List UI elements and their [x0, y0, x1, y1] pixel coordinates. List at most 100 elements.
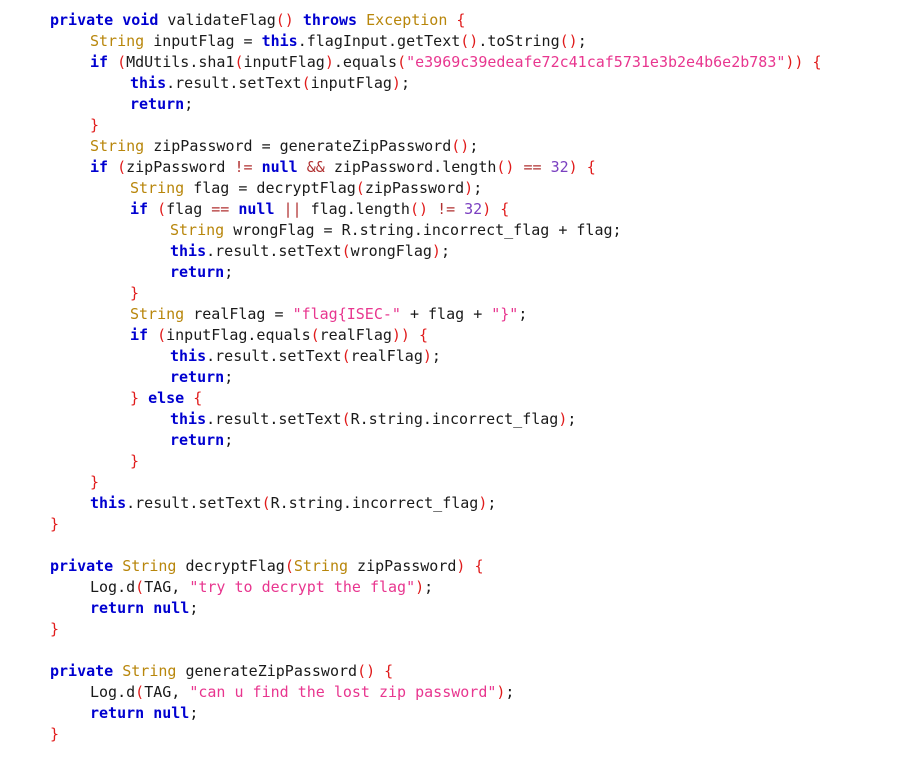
code-token-num: 32: [550, 158, 569, 176]
code-token-paren: {: [812, 53, 822, 71]
code-token-plain: flag: [166, 200, 212, 218]
code-token-opr: ||: [283, 200, 302, 218]
code-token-paren: (): [496, 158, 515, 176]
code-token-op: +: [409, 305, 419, 323]
code-token-str: "flag{ISEC-": [292, 305, 401, 323]
code-token-plain: generateZipPassword: [176, 662, 358, 680]
code-line: }: [0, 472, 900, 493]
code-token-plain: .result.setText: [206, 410, 342, 428]
code-token-paren: {: [586, 158, 596, 176]
code-token-kw: this: [261, 32, 298, 50]
code-line: this.result.setText(wrongFlag);: [0, 241, 900, 262]
code-token-kw: null: [153, 704, 190, 722]
code-token-plain: MdUtils.sha1: [126, 53, 235, 71]
code-token-plain: inputFlag: [310, 74, 392, 92]
code-token-op: ;: [469, 137, 479, 155]
code-token-kw: this: [130, 74, 167, 92]
code-line: return null;: [0, 703, 900, 724]
code-token-paren: }: [90, 116, 100, 134]
code-token-paren: }: [130, 284, 140, 302]
code-line: }: [0, 724, 900, 745]
code-token-op: ;: [567, 410, 577, 428]
code-token-paren: {: [474, 557, 484, 575]
code-line: return;: [0, 262, 900, 283]
code-token-kw: if: [130, 200, 149, 218]
code-token-kw: return: [170, 431, 225, 449]
code-token-op: ;: [224, 431, 234, 449]
code-token-plain: flag: [419, 305, 474, 323]
code-token-kw: return: [130, 95, 185, 113]
code-token-kw: return: [170, 263, 225, 281]
code-token-type: String: [90, 137, 145, 155]
code-token-paren: }: [50, 725, 60, 743]
code-token-paren: (: [310, 326, 320, 344]
code-token-str: "try to decrypt the flag": [189, 578, 416, 596]
code-line: this.result.setText(R.string.incorrect_f…: [0, 409, 900, 430]
code-token-plain: Log.d: [90, 578, 136, 596]
code-token-plain: .equals: [333, 53, 398, 71]
code-token-plain: R.string.incorrect_flag: [270, 494, 479, 512]
code-token-paren: {: [456, 11, 466, 29]
code-token-op: ;: [224, 263, 234, 281]
code-token-kw: return: [90, 599, 145, 617]
code-token-op: =: [261, 137, 271, 155]
code-token-paren: (: [157, 200, 167, 218]
code-token-plain: zipPassword: [348, 557, 457, 575]
code-token-paren: {: [419, 326, 429, 344]
code-token-paren: (): [357, 662, 376, 680]
code-line: if (zipPassword != null && zipPassword.l…: [0, 157, 900, 178]
code-token-plain: generateZipPassword: [270, 137, 452, 155]
code-token-paren: (): [409, 200, 429, 218]
code-token-paren: (: [284, 557, 294, 575]
code-token-paren: }: [130, 389, 140, 407]
code-token-kw: if: [90, 158, 109, 176]
code-token-opr: ==: [211, 200, 230, 218]
code-line: }: [0, 115, 900, 136]
code-token-paren: {: [384, 662, 394, 680]
code-token-plain: zipPassword: [364, 179, 465, 197]
code-token-plain: .result.setText: [166, 74, 302, 92]
code-token-plain: flag: [184, 179, 239, 197]
code-token-paren: (: [135, 683, 145, 701]
code-token-plain: R.string.incorrect_flag: [332, 221, 559, 239]
code-token-paren: (: [355, 179, 365, 197]
code-token-op: ;: [189, 704, 199, 722]
code-token-paren: (): [460, 32, 479, 50]
code-token-op: =: [274, 305, 284, 323]
code-line: String inputFlag = this.flagInput.getTex…: [0, 31, 900, 52]
code-token-plain: decryptFlag: [247, 179, 356, 197]
code-token-paren: ): [464, 179, 474, 197]
code-token-op: ;: [400, 74, 410, 92]
code-token-kw: private: [50, 11, 114, 29]
code-token-num: 32: [464, 200, 483, 218]
code-token-kw: null: [238, 200, 275, 218]
code-line: String zipPassword = generateZipPassword…: [0, 136, 900, 157]
code-token-opr: !=: [437, 200, 456, 218]
code-token-paren: (: [117, 158, 127, 176]
code-token-kw: else: [148, 389, 185, 407]
code-token-op: ;: [505, 683, 515, 701]
code-token-plain: validateFlag: [167, 11, 276, 29]
code-token-kw: private: [50, 557, 114, 575]
code-token-opr: ==: [523, 158, 542, 176]
code-token-plain: TAG: [144, 578, 172, 596]
code-token-paren: (: [301, 74, 311, 92]
code-token-paren: (): [275, 11, 294, 29]
code-token-paren: }: [130, 452, 140, 470]
code-token-op: ;: [424, 578, 434, 596]
